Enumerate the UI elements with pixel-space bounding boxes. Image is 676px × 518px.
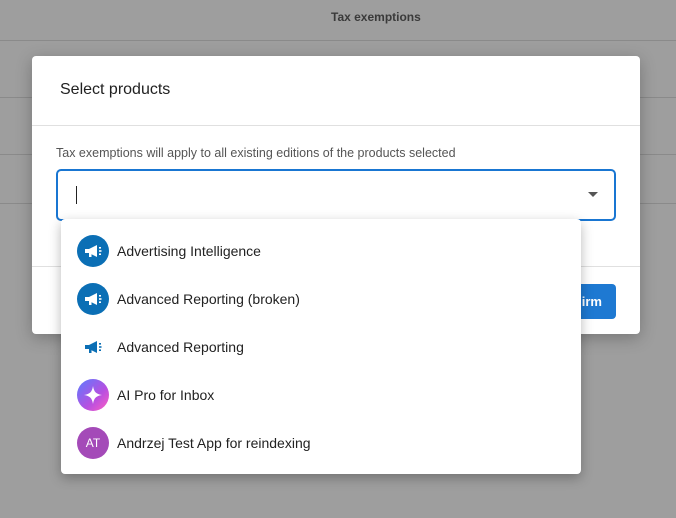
column-header-tax-exemptions: Tax exemptions — [331, 10, 421, 24]
dropdown-option-label: Advanced Reporting (broken) — [117, 291, 300, 307]
megaphone-icon — [77, 283, 109, 315]
dropdown-option-advertising-intelligence[interactable]: Advertising Intelligence — [61, 227, 581, 275]
dialog-header-divider — [32, 125, 640, 126]
chevron-down-icon[interactable] — [588, 192, 598, 197]
background-table-header: Tax exemptions — [0, 0, 676, 40]
dropdown-option-label: Andrzej Test App for reindexing — [117, 435, 311, 451]
confirm-button-label: irm — [581, 294, 602, 309]
dropdown-option-advanced-reporting-broken[interactable]: Advanced Reporting (broken) — [61, 275, 581, 323]
sparkle-icon — [77, 379, 109, 411]
dropdown-option-label: AI Pro for Inbox — [117, 387, 215, 403]
helper-text: Tax exemptions will apply to all existin… — [56, 146, 456, 160]
product-dropdown-menu: Advertising Intelligence Advanced Report… — [61, 219, 581, 474]
product-select-input[interactable] — [56, 169, 616, 221]
avatar: AT — [77, 427, 109, 459]
dropdown-option-label: Advertising Intelligence — [117, 243, 261, 259]
dialog-title: Select products — [60, 81, 171, 98]
dropdown-option-andrzej-test-app[interactable]: AT Andrzej Test App for reindexing — [61, 419, 581, 467]
dropdown-option-label: Advanced Reporting — [117, 339, 244, 355]
megaphone-icon — [77, 331, 109, 363]
dropdown-option-ai-pro-for-inbox[interactable]: AI Pro for Inbox — [61, 371, 581, 419]
dropdown-option-advanced-reporting[interactable]: Advanced Reporting — [61, 323, 581, 371]
background-divider — [0, 40, 676, 41]
megaphone-icon — [77, 235, 109, 267]
text-cursor — [76, 186, 77, 204]
